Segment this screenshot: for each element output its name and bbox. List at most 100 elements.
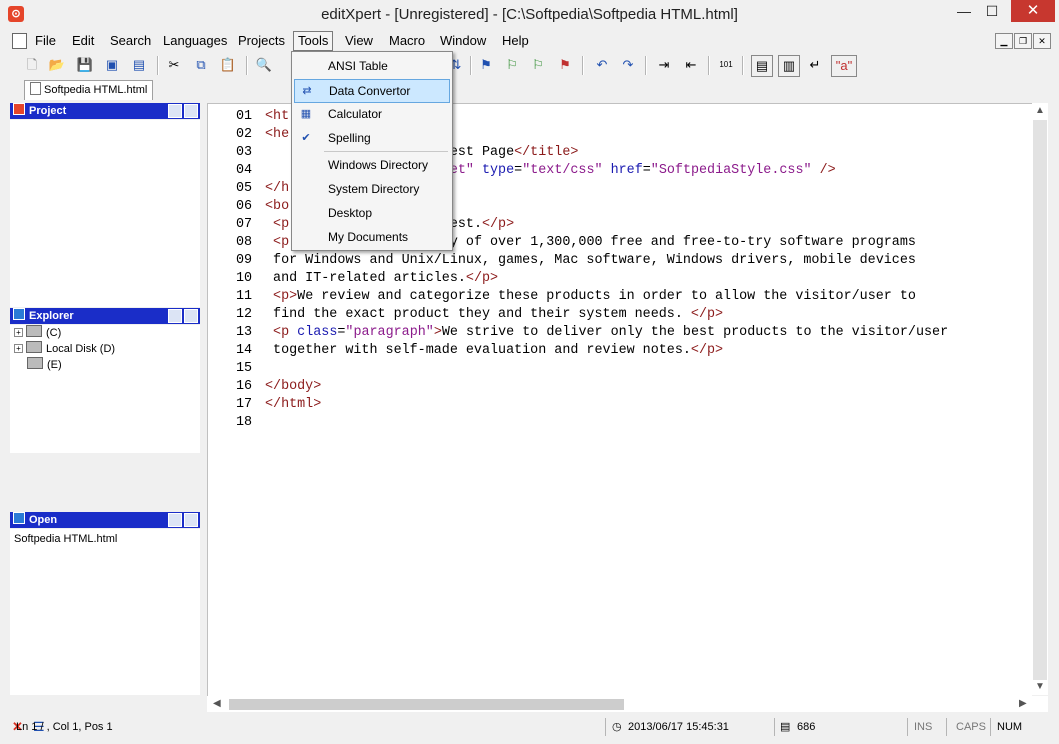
expand-icon[interactable]: + bbox=[14, 328, 23, 337]
bookmark-clear-icon[interactable]: ⚑ bbox=[555, 55, 575, 75]
tools-menu-item-spelling[interactable]: ✔ Spelling bbox=[294, 127, 448, 149]
case-convert-icon[interactable]: "a" bbox=[831, 55, 857, 77]
word-wrap-icon[interactable]: ▤ bbox=[751, 55, 773, 77]
scroll-left-icon[interactable]: ◀ bbox=[213, 698, 221, 709]
menu-edit[interactable]: Edit bbox=[68, 32, 98, 50]
file-size-icon: ▤ bbox=[780, 721, 791, 733]
scroll-up-icon[interactable]: ▲ bbox=[1035, 105, 1045, 116]
open-panel bbox=[10, 529, 200, 695]
status-separator bbox=[907, 718, 908, 736]
scroll-thumb[interactable] bbox=[229, 699, 624, 710]
expand-icon[interactable]: + bbox=[14, 344, 23, 353]
window-title: editXpert - [Unregistered] - [C:\Softped… bbox=[321, 6, 738, 23]
line-number: 07 bbox=[236, 217, 253, 232]
outdent-icon[interactable]: ⇤ bbox=[681, 55, 701, 75]
project-panel-header: Project bbox=[10, 103, 200, 119]
cursor-position: Ln 1 / , Col 1, Pos 1 bbox=[16, 721, 113, 733]
line-code: <bo bbox=[265, 199, 290, 214]
redo-icon[interactable]: ↷ bbox=[618, 55, 638, 75]
cut-icon[interactable]: ✂ bbox=[164, 55, 184, 75]
menu-macro[interactable]: Macro bbox=[385, 32, 429, 50]
scroll-right-icon[interactable]: ▶ bbox=[1019, 698, 1027, 709]
new-file-icon[interactable]: 🗋 bbox=[22, 55, 42, 75]
document-icon[interactable] bbox=[12, 33, 27, 49]
vertical-scrollbar[interactable]: ▲ ▼ bbox=[1032, 103, 1048, 695]
menu-item-label: Spelling bbox=[328, 131, 371, 145]
drive-icon bbox=[26, 341, 42, 353]
mdi-restore-button[interactable]: ❐ bbox=[1014, 33, 1032, 49]
line-code: <he bbox=[265, 127, 290, 142]
menu-help[interactable]: Help bbox=[498, 32, 533, 50]
close-button[interactable]: ✕ bbox=[1011, 0, 1055, 22]
panel-maximize-button[interactable] bbox=[184, 309, 198, 323]
open-folder-icon[interactable]: 📂 bbox=[47, 55, 67, 75]
scroll-down-icon[interactable]: ▼ bbox=[1035, 681, 1045, 692]
drive-icon bbox=[27, 357, 43, 369]
tools-menu-item-my-documents[interactable]: My Documents bbox=[294, 226, 448, 248]
bookmark-prev-icon[interactable]: ⚐ bbox=[528, 55, 548, 75]
menu-view[interactable]: View bbox=[341, 32, 377, 50]
app-window: ⊙ editXpert - [Unregistered] - [C:\Softp… bbox=[0, 0, 1059, 744]
line-number: 09 bbox=[236, 253, 253, 268]
mdi-close-button[interactable]: ✕ bbox=[1033, 33, 1051, 49]
tools-menu-item-system-directory[interactable]: System Directory bbox=[294, 178, 448, 200]
save-all-icon[interactable]: ▣ bbox=[102, 55, 122, 75]
line-number: 14 bbox=[236, 343, 253, 358]
tools-menu-item-windows-directory[interactable]: Windows Directory bbox=[294, 154, 448, 176]
tools-menu-item-calculator[interactable]: ▦ Calculator bbox=[294, 103, 448, 125]
drive-c[interactable]: + (C) bbox=[14, 325, 61, 341]
toolbar-separator bbox=[157, 56, 159, 75]
scroll-thumb[interactable] bbox=[1033, 120, 1047, 680]
undo-icon[interactable]: ↶ bbox=[592, 55, 612, 75]
binary-convert-icon[interactable]: 101 bbox=[716, 55, 736, 75]
line-code: </html> bbox=[265, 397, 322, 412]
panel-minimize-button[interactable] bbox=[168, 309, 182, 323]
indent-icon[interactable]: ⇥ bbox=[654, 55, 674, 75]
panel-maximize-button[interactable] bbox=[184, 513, 198, 527]
tab-softpedia-html[interactable]: Softpedia HTML.html bbox=[24, 80, 153, 100]
tools-menu-item-data-convertor[interactable]: ⇄ Data Convertor bbox=[294, 79, 450, 103]
find-icon[interactable]: 🔍 bbox=[254, 55, 274, 75]
line-number: 02 bbox=[236, 127, 253, 142]
line-code: together with self-made evaluation and r… bbox=[265, 343, 724, 358]
mdi-minimize-button[interactable]: ▁ bbox=[995, 33, 1013, 49]
caps-lock: CAPS bbox=[956, 721, 986, 733]
minimize-button[interactable]: — bbox=[950, 0, 978, 22]
save-as-icon[interactable]: ▤ bbox=[129, 55, 149, 75]
menu-item-label: Data Convertor bbox=[329, 84, 411, 98]
tools-menu-item-ansi-table[interactable]: ANSI Table bbox=[294, 55, 448, 77]
menu-projects[interactable]: Projects bbox=[234, 32, 289, 50]
line-numbers-icon[interactable]: ▥ bbox=[778, 55, 800, 77]
title-bar: ⊙ editXpert - [Unregistered] - [C:\Softp… bbox=[0, 0, 1059, 30]
menu-file[interactable]: File bbox=[31, 32, 60, 50]
menu-item-label: Windows Directory bbox=[328, 158, 429, 172]
drive-label: Local Disk (D) bbox=[46, 343, 116, 355]
menu-search[interactable]: Search bbox=[106, 32, 155, 50]
save-icon[interactable]: 💾 bbox=[75, 55, 95, 75]
show-whitespace-icon[interactable]: ↵ bbox=[805, 55, 825, 75]
panel-maximize-button[interactable] bbox=[184, 104, 198, 118]
tab-label: Softpedia HTML.html bbox=[44, 84, 148, 96]
menu-window[interactable]: Window bbox=[436, 32, 490, 50]
tools-menu-item-desktop[interactable]: Desktop bbox=[294, 202, 448, 224]
line-code: <p class="paragraph">We strive to delive… bbox=[273, 325, 949, 340]
menu-item-label: ANSI Table bbox=[328, 59, 388, 73]
line-number: 10 bbox=[236, 271, 253, 286]
toolbar-separator bbox=[470, 56, 472, 75]
panel-minimize-button[interactable] bbox=[168, 104, 182, 118]
drive-d[interactable]: + Local Disk (D) bbox=[14, 341, 115, 357]
paste-icon[interactable]: 📋 bbox=[218, 55, 238, 75]
toolbar-separator bbox=[246, 56, 248, 75]
open-file-item[interactable]: Softpedia HTML.html bbox=[14, 531, 117, 547]
maximize-button[interactable]: ☐ bbox=[978, 0, 1006, 22]
line-number: 18 bbox=[236, 415, 253, 430]
drive-e[interactable]: (E) bbox=[27, 357, 62, 373]
panel-minimize-button[interactable] bbox=[168, 513, 182, 527]
menu-languages[interactable]: Languages bbox=[159, 32, 231, 50]
horizontal-scrollbar[interactable]: ◀ ▶ bbox=[207, 696, 1048, 712]
menu-item-label: System Directory bbox=[328, 182, 420, 196]
menu-tools[interactable]: Tools bbox=[293, 31, 334, 51]
bookmark-toggle-icon[interactable]: ⚑ bbox=[476, 55, 496, 75]
bookmark-next-icon[interactable]: ⚐ bbox=[502, 55, 522, 75]
copy-icon[interactable]: ⧉ bbox=[191, 55, 211, 75]
